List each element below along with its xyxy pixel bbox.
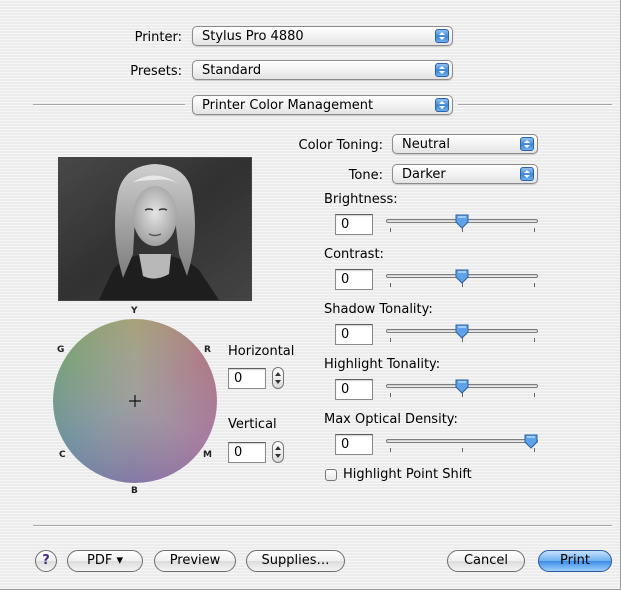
slider-value-input[interactable] [336,380,375,399]
print-dialog: Printer: Stylus Pro 4880 Presets: Standa… [0,0,621,590]
slider-value-field[interactable] [335,214,375,235]
slider-thumb[interactable] [455,214,469,229]
horizontal-stepper[interactable] [272,367,284,389]
wheel-label-y: Y [131,306,138,316]
slider-tick [390,338,391,342]
supplies-button[interactable]: Supplies… [246,550,345,572]
separator-line [33,525,612,527]
slider-tick [534,228,535,232]
slider-label: Max Optical Density: [324,412,458,427]
slider-tick [534,338,535,342]
vertical-field[interactable] [228,442,268,463]
slider-value-input[interactable] [336,435,375,454]
slider-thumb[interactable] [455,379,469,394]
popup-arrows-icon [435,63,449,77]
tone-label: Tone: [348,168,383,183]
separator-line [458,104,612,106]
wheel-label-c: C [59,450,66,460]
slider-track[interactable] [386,439,538,443]
slider-value-input[interactable] [336,270,375,289]
color-toning-value: Neutral [402,137,450,152]
popup-arrows-icon [435,29,449,43]
slider-value-field[interactable] [335,379,375,400]
slider-label: Contrast: [324,247,384,262]
slider-label: Highlight Tonality: [324,357,441,372]
wheel-label-b: B [131,486,138,496]
presets-label: Presets: [130,64,182,79]
wheel-label-r: R [204,345,211,355]
slider-tick [390,448,391,452]
slider-value-field[interactable] [335,269,375,290]
highlight-point-shift-label: Highlight Point Shift [343,467,472,482]
wheel-label-g: G [57,345,65,355]
slider-tick [390,283,391,287]
crosshair-icon [129,395,141,407]
horizontal-field[interactable] [228,368,268,389]
slider-thumb[interactable] [524,434,538,449]
popup-arrows-icon [520,167,534,181]
print-button[interactable]: Print [538,550,612,572]
slider-tick [534,283,535,287]
slider-value-input[interactable] [336,215,375,234]
slider-value-field[interactable] [335,434,375,455]
presets-value: Standard [202,63,262,78]
tone-value: Darker [402,167,446,182]
slider-label: Brightness: [324,192,398,207]
section-value: Printer Color Management [202,98,374,113]
vertical-label: Vertical [228,417,277,432]
presets-popup[interactable]: Standard [192,60,453,80]
tone-popup[interactable]: Darker [392,164,538,184]
horizontal-label: Horizontal [228,344,295,359]
section-popup[interactable]: Printer Color Management [192,95,453,115]
slider-tick [390,228,391,232]
color-wheel[interactable] [53,319,217,483]
cancel-button[interactable]: Cancel [447,550,525,572]
slider-value-input[interactable] [336,325,375,344]
separator-line [33,104,185,106]
pdf-button[interactable]: PDF ▾ [67,550,143,572]
color-toning-label: Color Toning: [298,138,383,153]
color-toning-popup[interactable]: Neutral [392,134,538,154]
help-button[interactable]: ? [35,550,57,572]
preview-photo [58,157,252,301]
slider-tick [390,393,391,397]
slider-label: Shadow Tonality: [324,302,433,317]
popup-arrows-icon [435,98,449,112]
printer-label: Printer: [134,30,182,45]
vertical-stepper[interactable] [272,441,284,463]
highlight-point-shift-checkbox[interactable] [325,469,337,481]
vertical-input[interactable] [229,443,268,462]
horizontal-input[interactable] [229,369,268,388]
slider-thumb[interactable] [455,269,469,284]
printer-value: Stylus Pro 4880 [202,29,304,44]
popup-arrows-icon [520,137,534,151]
slider-thumb[interactable] [455,324,469,339]
slider-tick [534,393,535,397]
wheel-label-m: M [203,450,212,460]
preview-button[interactable]: Preview [154,550,236,572]
slider-value-field[interactable] [335,324,375,345]
printer-popup[interactable]: Stylus Pro 4880 [192,26,453,46]
slider-tick [462,448,463,452]
